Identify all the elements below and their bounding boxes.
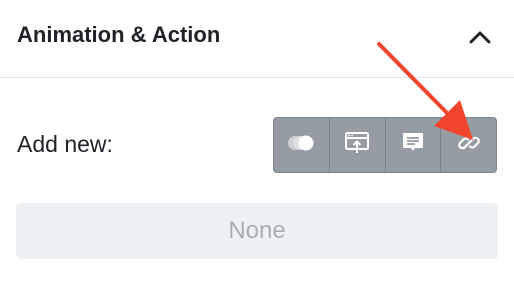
add-link-button[interactable] (441, 118, 496, 172)
comment-icon (401, 131, 425, 160)
animation-circles-icon (286, 132, 316, 159)
add-comment-button[interactable] (386, 118, 442, 172)
chevron-up-icon[interactable] (462, 22, 498, 52)
screen-action-icon (344, 131, 370, 160)
add-screen-action-button[interactable] (330, 118, 386, 172)
panel-header[interactable]: Animation & Action (0, 0, 514, 78)
add-animation-button[interactable] (274, 118, 330, 172)
link-icon (456, 130, 482, 161)
add-new-label: Add new: (17, 131, 113, 157)
panel-title: Animation & Action (17, 22, 221, 47)
add-new-toolbar (273, 117, 497, 173)
selection-none-field[interactable]: None (16, 203, 498, 259)
